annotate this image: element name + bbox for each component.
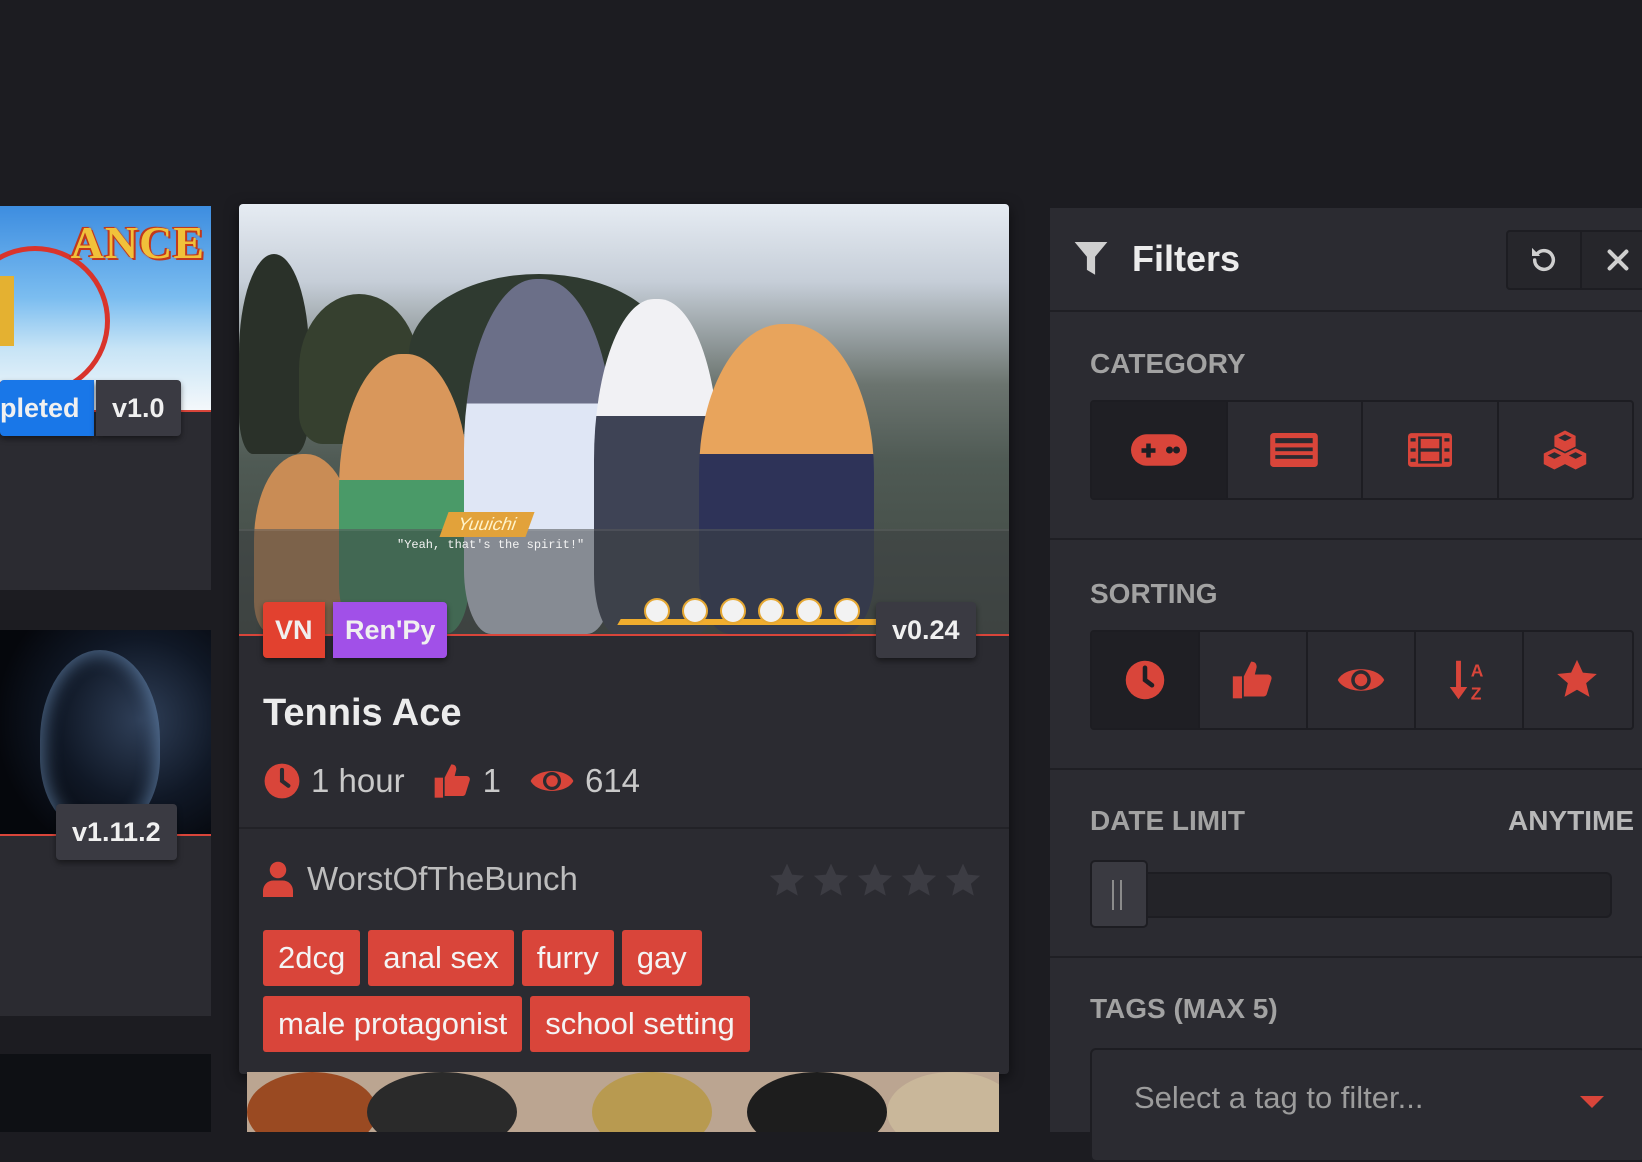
tag[interactable]: furry [521,930,614,986]
filters-header: Filters [1050,208,1642,312]
tag[interactable]: 2dcg [263,930,361,986]
author[interactable]: WorstOfTheBunch [263,859,578,899]
dialogue-line: "Yeah, that's the spirit!" [397,538,585,552]
sort-alpha-icon: AZ [1449,661,1484,701]
silhouette [40,650,160,830]
game-card-left-3[interactable] [0,1054,211,1132]
close-filters-button[interactable] [1580,232,1642,288]
tag-list: 2dcg anal sex furry gay male protagonist scho… [263,930,993,1062]
sort-likes-button[interactable] [1198,632,1306,728]
star-icon [811,862,851,900]
tree [239,254,309,454]
star-icon [899,862,939,900]
date-limit-slider[interactable] [1090,872,1612,918]
section-divider [1050,956,1642,958]
date-limit-label: DATE LIMIT [1090,805,1246,836]
save-icon [796,598,822,624]
eye-icon [530,771,574,791]
category-comics-button[interactable] [1225,402,1362,498]
sort-views-button[interactable] [1306,632,1414,728]
fast-forward-icon [720,598,746,624]
tag[interactable]: male protagonist [263,996,523,1052]
version-badge: v1.0 [96,380,181,436]
skip-icon [682,598,708,624]
view-count: 614 [584,762,640,799]
thumbs-up-icon [434,764,470,798]
sort-rating-button[interactable] [1522,632,1630,728]
category-label: CATEGORY [1090,348,1246,379]
tag-select-placeholder: Select a tag to filter... [1134,1080,1424,1115]
author-name[interactable]: WorstOfTheBunch [307,860,578,898]
game-thumbnail[interactable] [0,1054,211,1132]
category-animations-button[interactable] [1361,402,1497,498]
status-badge: pleted [0,380,94,436]
sorting-label: SORTING [1090,578,1218,609]
logo-cross [0,276,14,346]
load-icon [834,598,860,624]
user-icon [263,861,293,897]
star-icon [943,862,983,900]
speaker-name: Yuuichi [439,512,535,537]
newspaper-icon [1270,433,1319,467]
character-face [887,1072,999,1132]
star-icon [855,862,895,900]
character-face [367,1072,517,1132]
tag-select-dropdown[interactable]: Select a tag to filter... [1090,1048,1642,1162]
eye-icon [1337,669,1385,691]
svg-text:A: A [1471,661,1484,681]
reset-filters-button[interactable] [1508,232,1580,288]
thumbs-up-icon [1232,661,1272,699]
character-face [247,1072,377,1132]
clock-icon [264,763,300,799]
section-divider [1050,538,1642,540]
character-face [747,1072,887,1132]
tag[interactable]: school setting [530,996,750,1052]
engine-badge: Ren'Py [333,602,448,658]
game-cover-image[interactable]: Yuuichi "Yeah, that's the spirit!" [239,204,1009,634]
sorting-selector: AZ [1090,630,1634,730]
category-badge: VN [263,602,325,658]
game-title[interactable]: Tennis Ace [263,692,462,735]
date-limit-value: ANYTIME [1508,805,1634,836]
rating-stars [763,862,983,900]
cubes-icon [1544,430,1587,470]
star-icon [1557,659,1597,697]
chevron-down-icon [1580,1096,1604,1108]
tag[interactable]: anal sex [368,930,514,986]
filters-title: Filters [1132,238,1241,279]
category-games-button[interactable] [1092,402,1226,498]
play-icon [758,598,784,624]
section-divider [1050,768,1642,770]
version-badge: v0.24 [876,602,976,658]
filters-actions [1506,230,1642,290]
star-icon [767,862,807,900]
category-assets-button[interactable] [1496,402,1633,498]
game-stats: 1 hour 1 614 [263,761,640,801]
updated-time: 1 hour [311,762,405,799]
vn-controls [644,598,872,624]
svg-text:Z: Z [1471,683,1482,701]
grip-line [1120,880,1122,910]
grip-line [1112,880,1114,910]
sort-alphabetical-button[interactable]: AZ [1414,632,1522,728]
reset-icon [1532,248,1556,272]
close-icon [1607,249,1629,271]
clock-icon [1125,660,1165,700]
filters-panel: Filters CATEGORY SORTING A Z DATE LIMIT … [1050,208,1642,1162]
log-icon [644,598,670,624]
tags-label: TAGS (MAX 5) [1090,993,1278,1024]
game-card-next[interactable] [247,1072,999,1132]
sort-date-button[interactable] [1092,632,1198,728]
category-selector [1090,400,1634,500]
filter-icon [1074,242,1108,275]
like-count: 1 [482,762,501,799]
version-badge: v1.11.2 [56,804,177,860]
game-logo: ANCE [70,217,205,268]
card-divider [239,827,1009,829]
gamepad-icon [1130,434,1187,466]
tag[interactable]: gay [621,930,702,986]
date-limit-slider-handle[interactable] [1090,860,1148,928]
character-face [592,1072,712,1132]
film-icon [1407,433,1452,467]
